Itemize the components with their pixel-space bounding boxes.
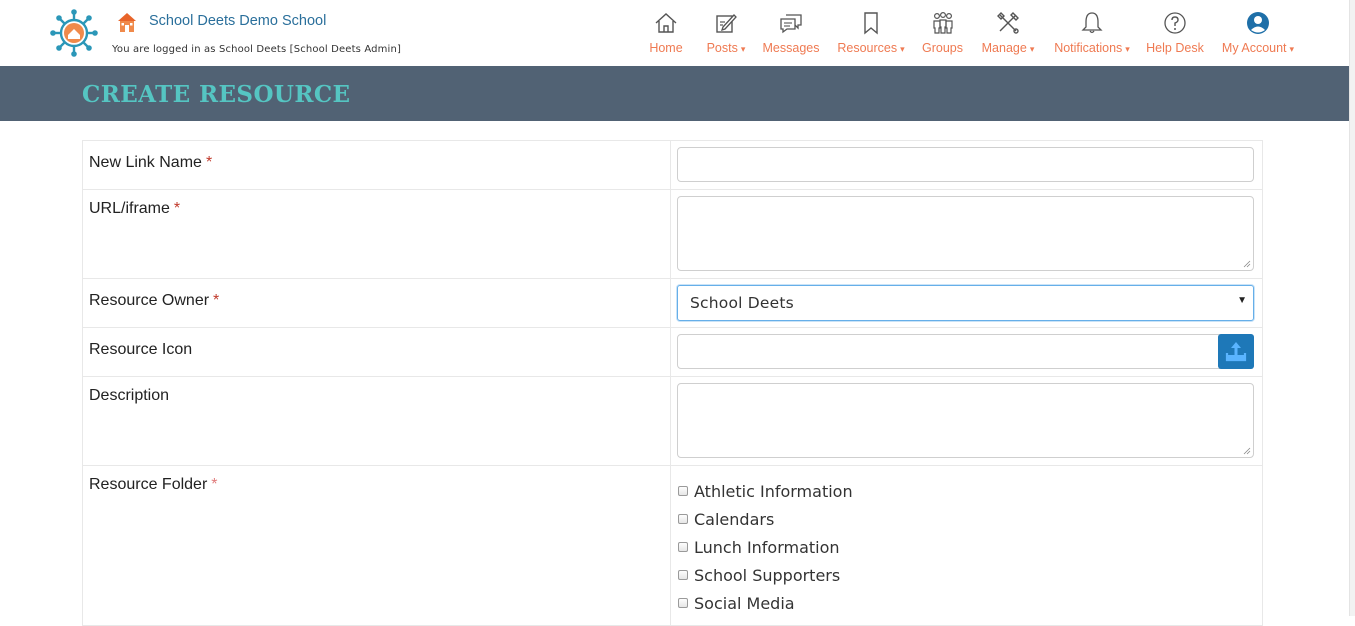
folder-option-label: Athletic Information (694, 481, 853, 501)
bookmark-icon (864, 12, 878, 35)
url-field-cell (670, 189, 1263, 279)
form-row-url: URL/iframe * (82, 189, 1263, 279)
form-row-owner: Resource Owner * School Deets ▼ (82, 278, 1263, 328)
icon-file-picker (677, 334, 1254, 369)
nav-resources-label: Resources (837, 41, 898, 55)
required-asterisk: * (173, 200, 181, 217)
nav-manage-label: Manage (981, 41, 1027, 55)
folder-option[interactable]: Lunch Information (677, 533, 1255, 561)
icon-label: Resource Icon (89, 341, 193, 358)
owner-label: Resource Owner (89, 292, 210, 309)
form-row-folder: Resource Folder * Athletic Information Ca… (82, 465, 1263, 626)
groups-icon (932, 11, 953, 34)
chevron-down-icon: ▾ (740, 44, 746, 54)
form-row-description: Description (82, 376, 1263, 466)
nav-messages-label: Messages (762, 41, 820, 55)
nav-posts-label: Posts (706, 41, 738, 55)
folder-field-cell: Athletic Information Calendars Lunch Inf… (670, 465, 1263, 626)
owner-label-cell: Resource Owner * (82, 278, 671, 328)
help-icon (1164, 12, 1186, 34)
folder-option[interactable]: Social Media (677, 589, 1255, 617)
upload-button[interactable] (1218, 334, 1254, 369)
user-account-icon (1247, 12, 1269, 34)
checkbox[interactable] (678, 542, 688, 552)
required-asterisk: * (213, 292, 220, 309)
folder-checklist: Athletic Information Calendars Lunch Inf… (677, 472, 1255, 617)
required-asterisk: * (205, 154, 213, 171)
form-row-link-name: New Link Name * (82, 140, 1263, 190)
required-asterisk: * (211, 476, 218, 493)
nav-home-label: Home (649, 41, 683, 55)
folder-option[interactable]: Athletic Information (677, 477, 1255, 505)
owner-select[interactable]: School Deets ▼ (677, 285, 1254, 321)
checkbox[interactable] (678, 598, 688, 608)
nav-help-desk-label: Help Desk (1146, 41, 1204, 55)
icon-field-cell (670, 327, 1263, 377)
nav-notifications[interactable]: Notifications ▾ (1051, 10, 1133, 60)
folder-option-label: Lunch Information (694, 537, 840, 557)
nav-my-account[interactable]: My Account ▾ (1218, 10, 1298, 60)
description-label-cell: Description (82, 376, 671, 466)
nav-my-account-label: My Account (1221, 41, 1287, 55)
url-label: URL/iframe (89, 200, 170, 217)
nav-help-desk[interactable]: Help Desk (1145, 10, 1205, 60)
folder-option-label: Social Media (694, 593, 795, 613)
nav-manage[interactable]: Manage ▾ (979, 10, 1037, 60)
nav-messages[interactable]: Messages (762, 10, 820, 60)
owner-select-value: School Deets (690, 294, 794, 312)
main-nav: Home Posts ▾ Messages Resources ▾ Groups M… (0, 0, 1355, 66)
url-textarea[interactable] (677, 196, 1254, 271)
icon-label-cell: Resource Icon (82, 327, 671, 377)
description-field-cell (670, 376, 1263, 466)
link-name-input[interactable] (677, 147, 1254, 182)
top-header: School Deets Demo School You are logged … (0, 0, 1355, 66)
bell-icon (1081, 12, 1103, 34)
nav-resources[interactable]: Resources ▾ (835, 10, 907, 60)
folder-label: Resource Folder (89, 476, 208, 493)
description-label: Description (89, 387, 170, 404)
edit-post-icon (716, 14, 737, 33)
page-title: CREATE RESOURCE (82, 81, 351, 108)
link-name-label: New Link Name (89, 154, 202, 171)
folder-label-cell: Resource Folder * (82, 465, 671, 626)
link-name-label-cell: New Link Name * (82, 140, 671, 190)
nav-posts[interactable]: Posts ▾ (702, 10, 750, 60)
resize-grip-icon[interactable] (1243, 447, 1251, 455)
owner-field-cell: School Deets ▼ (670, 278, 1263, 328)
upload-icon (1225, 342, 1247, 362)
nav-notifications-label: Notifications (1054, 41, 1123, 55)
chevron-down-icon: ▾ (1125, 44, 1130, 54)
resize-grip-icon[interactable] (1243, 260, 1251, 268)
folder-option-label: Calendars (694, 509, 775, 529)
create-resource-form: New Link Name * URL/iframe * Resource Owne… (82, 140, 1263, 626)
dropdown-arrow-icon: ▼ (1237, 295, 1247, 306)
folder-option[interactable]: Calendars (677, 505, 1255, 533)
checkbox[interactable] (678, 570, 688, 580)
link-name-field-cell (670, 140, 1263, 190)
chevron-down-icon: ▾ (1289, 44, 1295, 54)
chevron-down-icon: ▾ (1029, 44, 1035, 54)
checkbox[interactable] (678, 514, 688, 524)
tools-icon (997, 12, 1019, 34)
page-title-bar: CREATE RESOURCE (0, 66, 1355, 121)
form-row-icon: Resource Icon (82, 327, 1263, 377)
checkbox[interactable] (678, 486, 688, 496)
page-scrollbar[interactable] (1349, 0, 1355, 616)
chevron-down-icon: ▾ (900, 44, 905, 54)
icon-file-input[interactable] (677, 334, 1254, 369)
nav-groups[interactable]: Groups (921, 10, 964, 60)
description-textarea[interactable] (677, 383, 1254, 458)
messages-icon (780, 14, 802, 34)
nav-groups-label: Groups (922, 41, 963, 55)
nav-home[interactable]: Home (648, 10, 684, 60)
home-icon (655, 13, 677, 33)
folder-option[interactable]: School Supporters (677, 561, 1255, 589)
url-label-cell: URL/iframe * (82, 189, 671, 279)
folder-option-label: School Supporters (694, 565, 841, 585)
